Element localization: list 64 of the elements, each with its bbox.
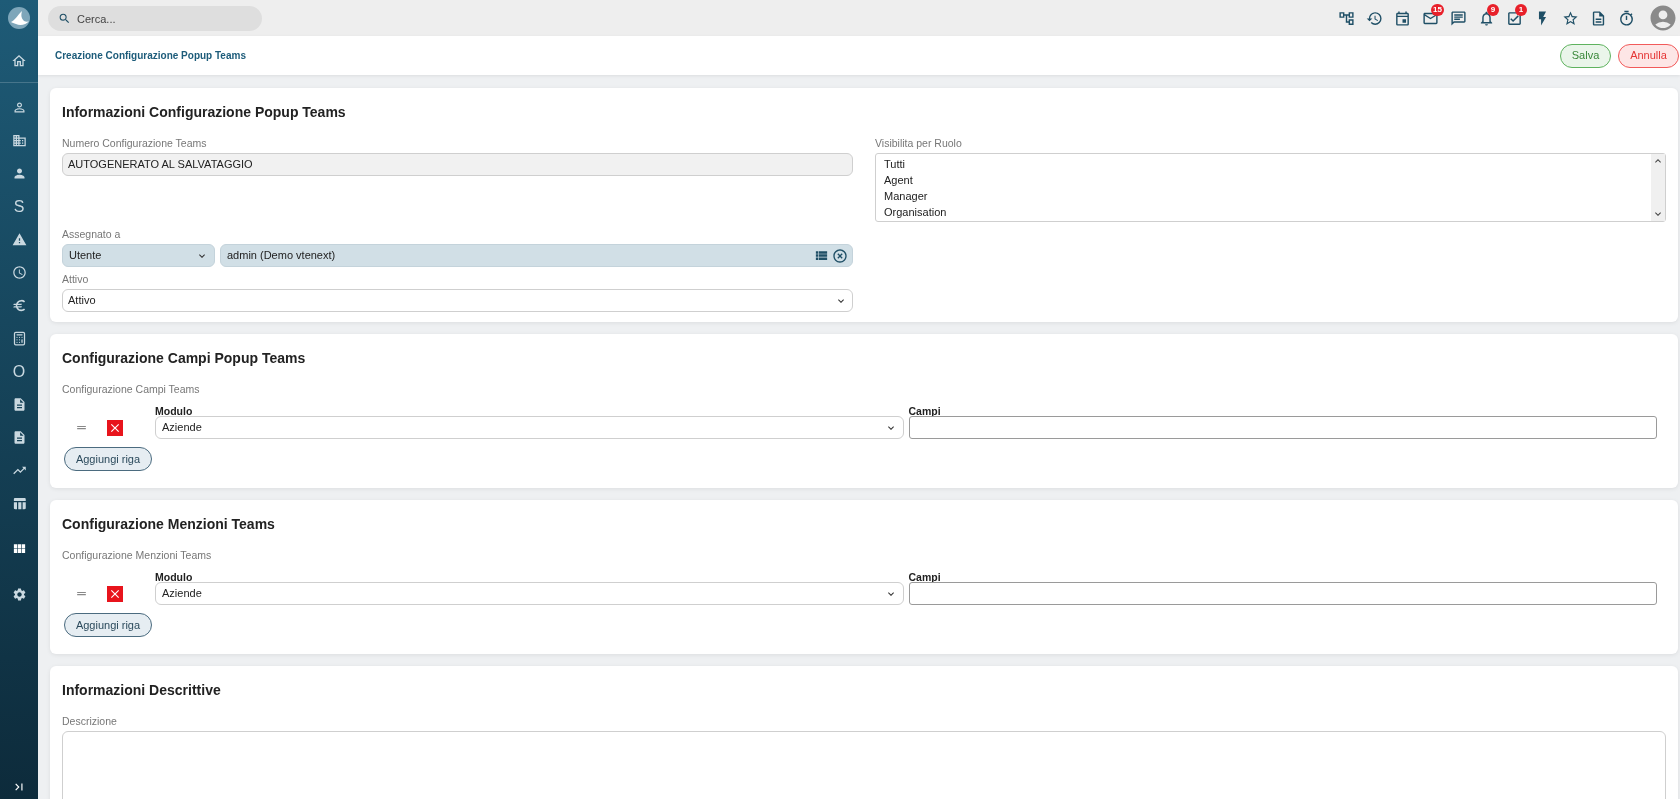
grid-icon[interactable]	[11, 541, 27, 556]
close-icon[interactable]	[107, 419, 123, 436]
save-button[interactable]: Salva	[1560, 43, 1611, 68]
history-icon[interactable]	[1365, 9, 1383, 27]
list-icon[interactable]	[814, 248, 829, 263]
select-field[interactable]: Aziende	[155, 582, 904, 605]
warning-icon[interactable]	[11, 232, 27, 247]
settings-icon[interactable]	[11, 587, 27, 602]
checkbox-icon[interactable]	[1505, 9, 1523, 27]
field-label: Attivo	[62, 272, 89, 286]
star-icon[interactable]	[1561, 9, 1579, 27]
avatar-icon[interactable]	[1648, 3, 1678, 33]
input-field[interactable]	[908, 582, 1657, 605]
notification-count: 9	[1487, 4, 1499, 16]
description-field[interactable]	[62, 731, 1666, 799]
listbox-option[interactable]: Manager	[883, 188, 932, 204]
sidebar-item[interactable]: O	[12, 362, 26, 381]
search-field[interactable]: Cerca...	[48, 6, 262, 31]
calculator-icon[interactable]	[11, 331, 27, 346]
timer-icon[interactable]	[1617, 9, 1635, 27]
select-field[interactable]: Utente	[62, 244, 215, 267]
subsection-label: Configurazione Campi Teams	[62, 382, 200, 396]
column-header: Campi	[908, 571, 941, 583]
section-title: Configurazione Menzioni Teams	[62, 514, 275, 534]
search-icon	[58, 11, 71, 25]
euro-icon[interactable]	[11, 298, 27, 313]
cancel-button[interactable]: Annulla	[1618, 43, 1679, 68]
add-row-button[interactable]: Aggiungi riga	[64, 613, 152, 637]
section-title: Informazioni Descrittive	[62, 680, 221, 700]
notification-count: 15	[1431, 4, 1444, 16]
notification-count: 1	[1515, 4, 1527, 16]
scrollbar[interactable]	[1651, 154, 1665, 221]
logo-icon[interactable]	[8, 7, 30, 29]
assignee-field[interactable]: admin (Demo vtenext)	[220, 244, 853, 267]
input-field[interactable]	[908, 416, 1657, 439]
section-title: Informazioni Configurazione Popup Teams	[62, 102, 346, 122]
sidebar-item[interactable]: S	[13, 197, 25, 216]
building-icon[interactable]	[11, 133, 27, 148]
chat-icon[interactable]	[1449, 9, 1467, 27]
section-title: Configurazione Campi Popup Teams	[62, 348, 306, 368]
column-header: Modulo	[155, 405, 193, 417]
table-icon[interactable]	[11, 496, 27, 511]
listbox-field[interactable]: Tutti Agent Manager Organisation	[875, 153, 1666, 222]
page-title: Creazione Configurazione Popup Teams	[55, 49, 246, 63]
readonly-field: AUTOGENERATO AL SALVATAGGIO	[62, 153, 853, 176]
clear-icon[interactable]	[832, 247, 848, 264]
close-icon[interactable]	[107, 585, 123, 602]
select-field[interactable]: Aziende	[155, 416, 904, 439]
field-label: Assegnato a	[62, 227, 121, 241]
clock-icon[interactable]	[11, 265, 27, 280]
listbox-option[interactable]: Tutti	[883, 156, 909, 172]
field-label: Descrizione	[62, 714, 117, 728]
listbox-option[interactable]: Agent	[883, 172, 917, 188]
field-label: Visibilita per Ruolo	[875, 136, 962, 150]
listbox-option[interactable]: Organisation	[883, 204, 951, 220]
field-label: Numero Configurazione Teams	[62, 136, 207, 150]
select-field[interactable]: Attivo	[62, 289, 853, 312]
subsection-label: Configurazione Menzioni Teams	[62, 548, 212, 562]
column-header: Campi	[908, 405, 941, 417]
hierarchy-icon[interactable]	[1337, 9, 1355, 27]
column-header: Modulo	[155, 571, 193, 583]
calendar-icon[interactable]	[1393, 9, 1411, 27]
home-icon[interactable]	[11, 53, 27, 69]
add-row-button[interactable]: Aggiungi riga	[64, 447, 152, 471]
